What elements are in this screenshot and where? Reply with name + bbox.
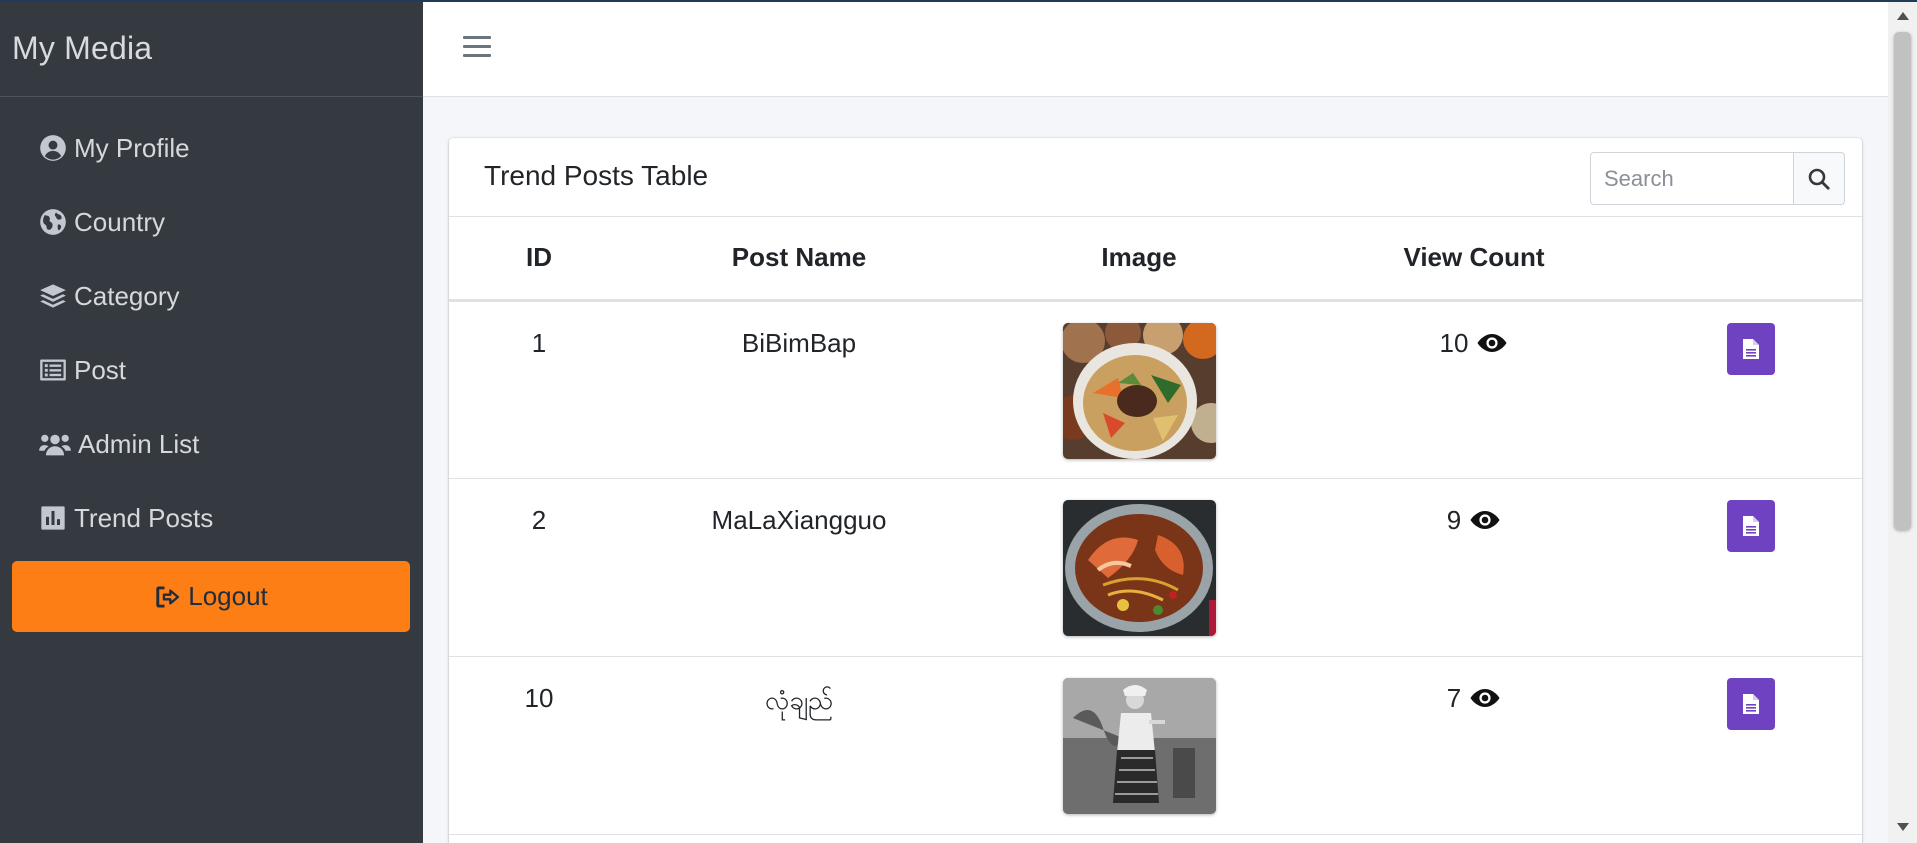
sidebar-item-label: My Profile	[74, 132, 190, 163]
search-input[interactable]	[1590, 152, 1793, 205]
table-header-row: ID Post Name Image View Count	[449, 217, 1862, 302]
cell-view-count: 9	[1309, 478, 1639, 657]
sidebar-item-label: Country	[74, 206, 166, 237]
eye-icon	[1470, 689, 1500, 707]
cell-actions	[1639, 478, 1862, 657]
card-title: Trend Posts Table	[484, 160, 709, 191]
post-image-bibimbap	[1062, 322, 1216, 459]
sidebar-item-country[interactable]: Country	[0, 185, 423, 259]
column-header-post-name: Post Name	[629, 217, 969, 302]
column-header-image: Image	[969, 217, 1309, 302]
column-header-id: ID	[449, 217, 629, 302]
page-scrollbar[interactable]	[1888, 0, 1917, 843]
sidebar-nav: My Profile Country Category Post Admin L…	[0, 97, 423, 632]
sidebar-item-label: Category	[74, 280, 180, 311]
trend-posts-card: Trend Posts Table ID Post Name Image Vie…	[449, 138, 1862, 843]
view-count-value: 10	[1439, 327, 1469, 358]
search-button[interactable]	[1793, 152, 1845, 205]
view-post-button[interactable]	[1726, 499, 1775, 552]
file-alt-icon	[1742, 338, 1759, 359]
table-row: 2 MaLaXiangguo 9	[449, 478, 1862, 657]
top-navbar	[423, 0, 1888, 97]
cell-actions	[1639, 656, 1862, 835]
globe-icon	[38, 207, 68, 237]
view-count-value: 7	[1446, 682, 1462, 713]
cell-image	[969, 478, 1309, 657]
cell-id: 1	[449, 300, 629, 479]
trend-posts-table: ID Post Name Image View Count 1 BiBimBap	[449, 217, 1862, 835]
users-icon	[38, 429, 72, 459]
view-count-value: 9	[1446, 504, 1462, 535]
cell-post-name: MaLaXiangguo	[629, 478, 969, 657]
cell-view-count: 7	[1309, 656, 1639, 835]
cell-image	[969, 656, 1309, 835]
card-header: Trend Posts Table	[449, 138, 1862, 217]
top-accent-line	[0, 0, 1917, 2]
sidebar-item-trend-posts[interactable]: Trend Posts	[0, 481, 423, 555]
view-post-button[interactable]	[1726, 677, 1775, 730]
sign-out-icon	[156, 586, 180, 607]
scroll-up-icon[interactable]	[1897, 12, 1909, 20]
list-alt-icon	[38, 355, 68, 385]
post-image-malaxiangguo	[1062, 499, 1216, 636]
scrollbar-thumb[interactable]	[1894, 32, 1911, 530]
column-header-view-count: View Count	[1309, 217, 1639, 302]
sidebar-item-category[interactable]: Category	[0, 259, 423, 333]
sidebar-item-my-profile[interactable]: My Profile	[0, 111, 423, 185]
file-alt-icon	[1742, 515, 1759, 536]
chart-bar-icon	[38, 503, 68, 533]
column-header-actions	[1639, 217, 1862, 302]
logout-label: Logout	[188, 581, 268, 611]
cell-view-count: 10	[1309, 300, 1639, 479]
cell-post-name: လုံချည်	[629, 656, 969, 835]
eye-icon	[1477, 334, 1507, 352]
eye-icon	[1470, 511, 1500, 529]
brand-text: My Media	[12, 29, 153, 66]
search-icon	[1808, 168, 1830, 190]
sidebar-item-label: Post	[74, 354, 127, 385]
cell-id: 10	[449, 656, 629, 835]
cell-id: 2	[449, 478, 629, 657]
sidebar-item-post[interactable]: Post	[0, 333, 423, 407]
user-circle-icon	[38, 133, 68, 163]
sidebar-item-label: Admin List	[78, 428, 200, 459]
sidebar-item-admin-list[interactable]: Admin List	[0, 407, 423, 481]
sidebar: My Media My Profile Country Category Pos…	[0, 0, 423, 843]
cell-actions	[1639, 300, 1862, 479]
logout-button[interactable]: Logout	[12, 561, 410, 632]
layers-icon	[38, 281, 68, 311]
file-alt-icon	[1742, 693, 1759, 714]
menu-toggle-icon[interactable]	[463, 36, 491, 60]
search-group	[1590, 152, 1845, 205]
brand[interactable]: My Media	[0, 0, 423, 97]
view-post-button[interactable]	[1726, 322, 1775, 375]
table-row: 10 လုံချည် 7	[449, 656, 1862, 835]
scroll-down-icon[interactable]	[1897, 823, 1909, 831]
cell-image	[969, 300, 1309, 479]
table-row: 1 BiBimBap 10	[449, 300, 1862, 479]
cell-post-name: BiBimBap	[629, 300, 969, 479]
sidebar-item-label: Trend Posts	[74, 502, 214, 533]
post-image-longyi	[1062, 677, 1216, 814]
